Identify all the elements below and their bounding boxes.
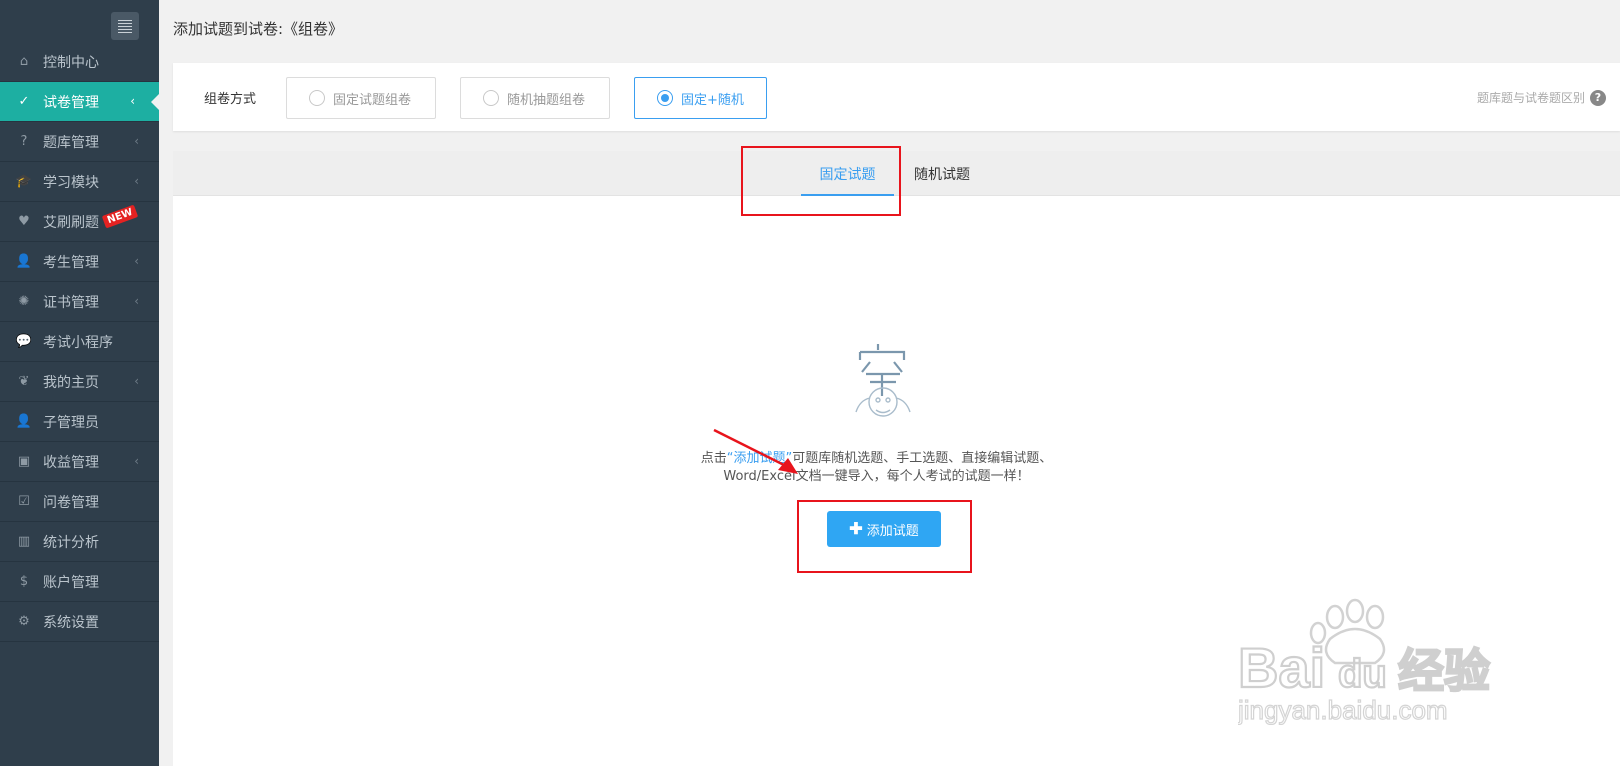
sidebar-item-0[interactable]: ⌂ 控制中心 xyxy=(0,42,159,82)
mode-option-random[interactable]: 随机抽题组卷 xyxy=(460,77,610,119)
new-badge: NEW xyxy=(101,204,139,229)
gear-icon: ⚙ xyxy=(18,614,30,629)
check-circle-icon: ✓ xyxy=(18,94,30,109)
mode-option-label: 固定+随机 xyxy=(681,92,744,108)
sidebar-item-label: 考试小程序 xyxy=(43,334,113,351)
mode-option-fixed[interactable]: 固定试题组卷 xyxy=(286,77,436,119)
sidebar-item-7[interactable]: 💬 考试小程序 xyxy=(0,322,159,362)
sidebar-item-label: 艾刷刷题 xyxy=(43,214,99,231)
sidebar-item-9[interactable]: 👤 子管理员 xyxy=(0,402,159,442)
dollar-icon: $ xyxy=(19,574,29,589)
radio-icon xyxy=(483,90,499,106)
heart-icon: ♥ xyxy=(18,214,30,229)
chevron-left-icon: ‹ xyxy=(134,294,139,308)
sidebar-item-label: 证书管理 xyxy=(43,294,99,311)
tab-random-questions[interactable]: 随机试题 xyxy=(914,164,970,196)
user-secret-icon: 👤 xyxy=(15,414,33,429)
menu-toggle-icon[interactable] xyxy=(111,12,139,40)
compose-mode-panel: 组卷方式 固定试题组卷 随机抽题组卷 固定+随机 题库题与试卷题区别 ? xyxy=(173,63,1620,131)
sidebar-item-label: 系统设置 xyxy=(43,614,99,631)
sidebar-item-8[interactable]: ❦ 我的主页 ‹ xyxy=(0,362,159,402)
annotation-highlight-button xyxy=(797,500,972,573)
graduation-cap-icon: 🎓 xyxy=(15,174,33,189)
sidebar: ⌂ 控制中心 ✓ 试卷管理 ‹? 题库管理 ‹ 🎓 学习模块 ‹ ♥ 艾刷刷题 NEW 👤 考生管理 ‹ ✺ 证书… xyxy=(0,0,159,766)
radio-icon xyxy=(309,90,325,106)
sidebar-item-3[interactable]: 🎓 学习模块 ‹ xyxy=(0,162,159,202)
certificate-icon: ✺ xyxy=(18,294,30,309)
sidebar-item-6[interactable]: ✺ 证书管理 ‹ xyxy=(0,282,159,322)
help-link[interactable]: 题库题与试卷题区别 ? xyxy=(1477,89,1606,106)
question-circle-icon: ? xyxy=(20,134,28,149)
chevron-left-icon: ‹ xyxy=(134,454,139,468)
bar-chart-icon: ▥ xyxy=(17,534,31,549)
sidebar-item-label: 统计分析 xyxy=(43,534,99,551)
sidebar-item-label: 控制中心 xyxy=(43,54,99,71)
home-icon: ⌂ xyxy=(19,54,29,69)
sidebar-item-label: 我的主页 xyxy=(43,374,99,391)
watermark-brand-suffix: du xyxy=(1338,652,1387,696)
watermark-url: jingyan.baidu.com xyxy=(1238,695,1448,725)
empty-box-icon xyxy=(855,344,911,417)
empty-hint-line-1: 点击“添加试题”可题库随机选题、手工选题、直接编辑试题、 xyxy=(173,450,1580,468)
page-title: 添加试题到试卷:《组卷》 xyxy=(173,20,344,38)
sidebar-item-label: 账户管理 xyxy=(43,574,99,591)
baidu-watermark-logo: Bai du 经验 jingyan.baidu.com xyxy=(1238,598,1491,725)
sidebar-item-label: 题库管理 xyxy=(43,134,99,151)
annotation-highlight-tab xyxy=(741,146,901,216)
wechat-icon: 💬 xyxy=(15,334,33,349)
mode-option-label: 随机抽题组卷 xyxy=(507,92,586,108)
sidebar-item-10[interactable]: ▣ 收益管理 ‹ xyxy=(0,442,159,482)
chevron-left-icon: ‹ xyxy=(134,174,139,188)
money-icon: ▣ xyxy=(17,454,31,469)
user-icon: 👤 xyxy=(15,254,33,269)
sidebar-item-label: 问卷管理 xyxy=(43,494,99,511)
sidebar-item-label: 学习模块 xyxy=(43,174,99,191)
radio-selected-icon xyxy=(657,90,673,106)
sidebar-item-13[interactable]: $ 账户管理 xyxy=(0,562,159,602)
hint-suffix: 可题库随机选题、手工选题、直接编辑试题、 xyxy=(792,451,1053,466)
chevron-left-icon: ‹ xyxy=(134,254,139,268)
sidebar-item-2[interactable]: ? 题库管理 ‹ xyxy=(0,122,159,162)
check-square-icon: ☑ xyxy=(18,494,30,509)
chevron-left-icon: ‹ xyxy=(134,374,139,388)
sidebar-item-label: 考生管理 xyxy=(43,254,99,271)
mode-option-fixed-random[interactable]: 固定+随机 xyxy=(634,77,767,119)
sidebar-item-label: 试卷管理 xyxy=(43,94,99,111)
sidebar-item-5[interactable]: 👤 考生管理 ‹ xyxy=(0,242,159,282)
empty-hint-line-2: Word/Excel文档一键导入，每个人考试的试题一样！ xyxy=(723,469,1030,484)
sidebar-item-12[interactable]: ▥ 统计分析 xyxy=(0,522,159,562)
watermark-brand: Bai xyxy=(1238,636,1325,699)
question-circle-icon: ? xyxy=(1590,89,1606,106)
watermark-product: 经验 xyxy=(1398,645,1490,697)
chevron-left-icon: ‹ xyxy=(130,94,135,108)
sidebar-nav: ⌂ 控制中心 ✓ 试卷管理 ‹? 题库管理 ‹ 🎓 学习模块 ‹ ♥ 艾刷刷题 NEW 👤 考生管理 ‹ ✺ 证书… xyxy=(0,42,159,642)
sidebar-item-label: 收益管理 xyxy=(43,454,99,471)
leaf-icon: ❦ xyxy=(18,374,30,389)
sidebar-item-14[interactable]: ⚙ 系统设置 xyxy=(0,602,159,642)
annotation-arrow-icon xyxy=(713,428,798,474)
sidebar-item-4[interactable]: ♥ 艾刷刷题 NEW xyxy=(0,202,159,242)
sidebar-item-11[interactable]: ☑ 问卷管理 xyxy=(0,482,159,522)
compose-mode-label: 组卷方式 xyxy=(204,92,257,107)
sidebar-item-label: 子管理员 xyxy=(43,414,99,431)
chevron-left-icon: ‹ xyxy=(134,134,139,148)
sidebar-item-1[interactable]: ✓ 试卷管理 ‹ xyxy=(0,82,159,122)
help-link-label: 题库题与试卷题区别 xyxy=(1476,91,1585,105)
mode-option-label: 固定试题组卷 xyxy=(333,92,412,108)
